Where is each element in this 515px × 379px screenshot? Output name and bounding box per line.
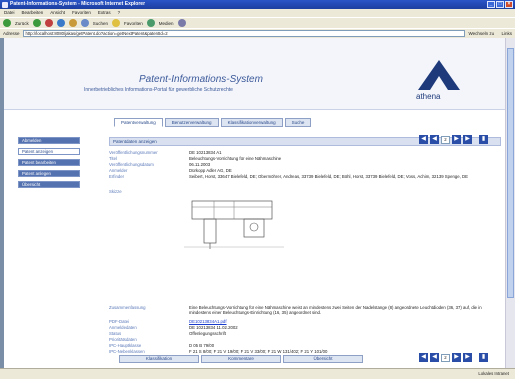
field-status: Status Offenlegungsschrift [109, 331, 226, 336]
field-titel: Titel Beleuchtungs-Vorrichtung für eine … [109, 156, 282, 161]
main-tabs: Patentverwaltung Benutzerverwaltung Klas… [114, 118, 312, 127]
pdf-link[interactable]: DE10213834A1.pdf [189, 319, 227, 324]
maximize-button[interactable]: □ [496, 1, 504, 8]
menu-tools[interactable]: Extras [98, 9, 111, 17]
stop-icon[interactable] [44, 19, 53, 27]
last-page-button-bottom[interactable]: ▶ [463, 353, 472, 362]
page-number-input-bottom[interactable]: 2 [441, 353, 450, 362]
menu-edit[interactable]: Bearbeiten [22, 9, 44, 17]
field-ipc-haupt: IPC-Hauptklasse D 05 B 79/00 [109, 343, 215, 348]
menu-bar: Datei Bearbeiten Ansicht Favoriten Extra… [0, 9, 515, 17]
uebersicht-button[interactable]: Übersicht [283, 355, 363, 363]
address-bar: Adresse http://localhost:8080/jakas/getP… [0, 28, 515, 38]
kommentare-button[interactable]: Kommentare [201, 355, 281, 363]
status-bar: Lokales Intranet [0, 368, 515, 379]
prev-page-button-bottom[interactable]: ◀ [430, 353, 439, 362]
field-anmeldedaten: Anmeldedaten DE 10213834 11.02.2002 [109, 325, 238, 330]
field-anmelder: Anmelder Dürkopp Adler AG, DE [109, 168, 232, 173]
bottom-button-bar: Klassifikation Kommentare Übersicht [119, 355, 363, 363]
vertical-scrollbar[interactable] [505, 38, 515, 368]
logo-text: athena [416, 92, 441, 101]
site-header: Patent-Informations-System Innerbetriebl… [4, 38, 505, 110]
first-page-button-bottom[interactable]: ◀ [419, 353, 428, 362]
tab-patentverwaltung[interactable]: Patentverwaltung [114, 118, 163, 127]
back-label[interactable]: Zurück [15, 21, 29, 26]
last-page-button[interactable]: ▶ [463, 135, 472, 144]
first-page-button[interactable]: ◀ [419, 135, 428, 144]
field-prio: Prioritätsdaten [109, 337, 137, 342]
field-datum: Veröffentlichungsdatum 06.11.2003 [109, 162, 211, 167]
sidebar: Abmelden Patent anzeigen Patent bearbeit… [18, 137, 80, 192]
forward-icon[interactable] [32, 19, 41, 27]
browser-toolbar: Zurück Suchen Favoriten Medien [0, 17, 515, 28]
tab-suche[interactable]: Suche [284, 118, 312, 127]
page-viewport: Patent-Informations-System Innerbetriebl… [4, 38, 505, 368]
info-button[interactable]: ▮ [479, 135, 488, 144]
security-zone: Lokales Intranet [478, 371, 509, 376]
patent-sketch [184, 200, 284, 249]
klassifikation-button[interactable]: Klassifikation [119, 355, 199, 363]
prev-page-button[interactable]: ◀ [430, 135, 439, 144]
links-label[interactable]: Links [501, 31, 512, 36]
window-title: Patent-Informations-System - Microsoft I… [10, 1, 146, 7]
history-icon[interactable] [177, 19, 186, 27]
media-icon[interactable] [146, 19, 155, 27]
search-label[interactable]: Suchen [93, 21, 108, 26]
address-input[interactable]: http://localhost:8080/jakas/getPatent.do… [22, 30, 466, 37]
menu-favorites[interactable]: Favoriten [72, 9, 91, 17]
favorites-icon[interactable] [112, 19, 121, 27]
window-titlebar: Patent-Informations-System - Microsoft I… [0, 0, 515, 9]
page-number-input[interactable]: 2 [441, 135, 450, 144]
info-button-bottom[interactable]: ▮ [479, 353, 488, 362]
favorites-label[interactable]: Favoriten [124, 21, 143, 26]
window-controls: _ □ × [487, 1, 513, 8]
tab-klassifikationverwaltung[interactable]: Klassifikationverwaltung [220, 118, 283, 127]
sidebar-item-uebersicht[interactable]: Übersicht [18, 181, 80, 188]
media-label[interactable]: Medien [159, 21, 174, 26]
home-icon[interactable] [68, 19, 77, 27]
field-veroeffnr: Veröffentlichungsnummer DE 10213834 A1 [109, 150, 222, 155]
address-label: Adresse [3, 31, 20, 36]
field-skizze: Skizze [109, 189, 122, 194]
site-subtitle: Innerbetriebliches Informations-Portal f… [84, 87, 233, 93]
pager-bottom: ◀ ◀ 2 ▶ ▶ ▮ [419, 353, 488, 362]
next-page-button-bottom[interactable]: ▶ [452, 353, 461, 362]
tab-benutzerverwaltung[interactable]: Benutzerverwaltung [164, 118, 219, 127]
field-erfinder: Erfinder Seibert, Horst, 33647 Bielefeld… [109, 174, 468, 179]
field-zusammenfassung: Zusammenfassung Eine Beleuchtungs-Vorric… [109, 305, 482, 315]
sidebar-item-abmelden[interactable]: Abmelden [18, 137, 80, 144]
refresh-icon[interactable] [56, 19, 65, 27]
scrollbar-thumb[interactable] [507, 48, 514, 298]
menu-file[interactable]: Datei [4, 9, 15, 17]
pager-top: ◀ ◀ 2 ▶ ▶ ▮ [419, 135, 488, 144]
content-panel: Patentdaten anzeigen ◀ ◀ 2 ▶ ▶ ▮ Veröffe… [109, 135, 501, 363]
site-title: Patent-Informations-System [139, 74, 263, 85]
menu-view[interactable]: Ansicht [50, 9, 65, 17]
next-page-button[interactable]: ▶ [452, 135, 461, 144]
sidebar-item-patent-anlegen[interactable]: Patent anlegen [18, 170, 80, 177]
menu-help[interactable]: ? [118, 9, 121, 17]
field-pdf: PDF-Datei DE10213834A1.pdf [109, 319, 227, 324]
back-icon[interactable] [3, 19, 11, 27]
ie-icon [2, 1, 8, 8]
close-button[interactable]: × [505, 1, 513, 8]
minimize-button[interactable]: _ [487, 1, 495, 8]
sidebar-item-patent-bearbeiten[interactable]: Patent bearbeiten [18, 159, 80, 166]
go-button[interactable]: Wechseln zu [468, 31, 498, 36]
search-icon[interactable] [80, 19, 89, 27]
sidebar-item-patent-anzeigen[interactable]: Patent anzeigen [18, 148, 80, 155]
